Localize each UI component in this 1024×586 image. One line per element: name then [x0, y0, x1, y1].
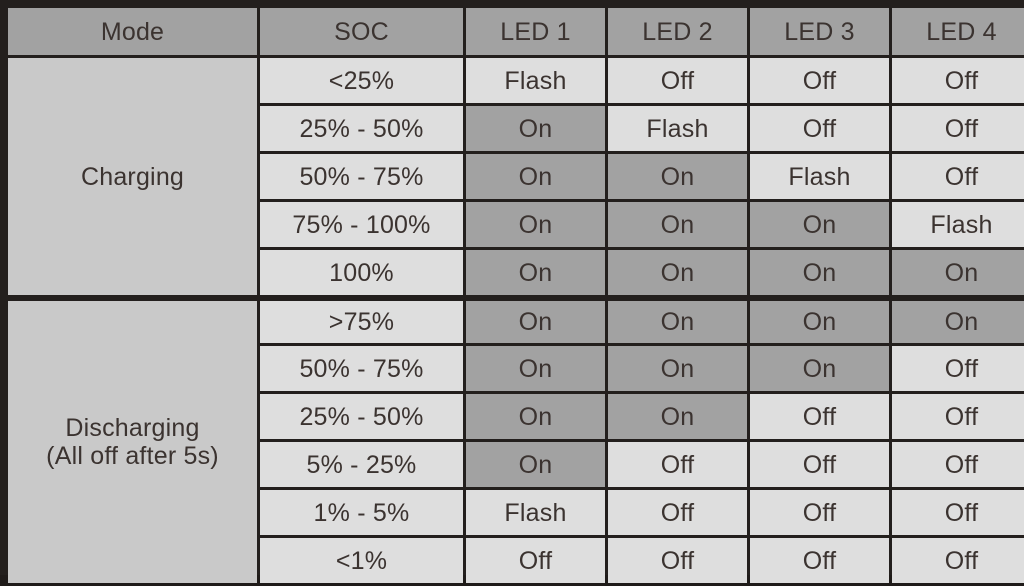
led-2-state-cell: On [608, 202, 747, 247]
mode-label: Discharging [65, 414, 200, 442]
led-3-state-cell: On [750, 202, 889, 247]
led-1-state-cell: On [466, 154, 605, 199]
soc-cell: 25% - 50% [260, 394, 463, 439]
led-1-state-cell: On [466, 106, 605, 151]
table-row: Discharging (All off after 5s) >75% On On On O… [8, 298, 1024, 583]
table-body: Charging <25% Flash Off Off Off 25% - 50% On Fla… [8, 58, 1024, 583]
led-2-state-cell: Off [608, 58, 747, 103]
column-header-led-2: LED 2 [608, 8, 747, 55]
column-header-soc: SOC [260, 8, 463, 55]
led-2-state-cell: On [608, 394, 747, 439]
led-1-state-cell: On [466, 298, 605, 343]
header-row: Mode SOC LED 1 LED 2 LED 3 LED 4 [8, 8, 1024, 55]
led-3-state-cell: Off [750, 106, 889, 151]
led-1-state-cell: On [466, 202, 605, 247]
led-1-state-cell: On [466, 346, 605, 391]
table-frame: Mode SOC LED 1 LED 2 LED 3 LED 4 Chargin… [0, 0, 1024, 583]
led-3-state-cell: On [750, 346, 889, 391]
column-header-led-1: LED 1 [466, 8, 605, 55]
led-3-state-cell: Off [750, 58, 889, 103]
soc-cell: 1% - 5% [260, 490, 463, 535]
mode-cell: Discharging (All off after 5s) [8, 298, 257, 583]
column-header-mode: Mode [8, 8, 257, 55]
soc-cell: <1% [260, 538, 463, 583]
column-header-led-3: LED 3 [750, 8, 889, 55]
mode-cell: Charging [8, 58, 257, 295]
mode-note: (All off after 5s) [46, 442, 219, 470]
led-2-state-cell: On [608, 250, 747, 295]
led-2-state-cell: On [608, 154, 747, 199]
led-1-state-cell: On [466, 442, 605, 487]
soc-cell: >75% [260, 298, 463, 343]
led-1-state-cell: Flash [466, 58, 605, 103]
mode-label: Charging [80, 162, 185, 191]
led-2-state-cell: On [608, 298, 747, 343]
led-1-state-cell: On [466, 250, 605, 295]
led-4-state-cell: Off [892, 106, 1024, 151]
led-3-state-cell: On [750, 250, 889, 295]
led-2-state-cell: Off [608, 490, 747, 535]
led-4-state-cell: Off [892, 346, 1024, 391]
led-4-state-cell: Off [892, 394, 1024, 439]
led-2-state-cell: Off [608, 538, 747, 583]
soc-cell: 25% - 50% [260, 106, 463, 151]
led-4-state-cell: Off [892, 154, 1024, 199]
led-4-state-cell: Off [892, 58, 1024, 103]
soc-cell: 75% - 100% [260, 202, 463, 247]
led-4-state-cell: Off [892, 442, 1024, 487]
led-3-state-cell: Off [750, 394, 889, 439]
led-1-state-cell: Off [466, 538, 605, 583]
led-indication-table: Mode SOC LED 1 LED 2 LED 3 LED 4 Chargin… [5, 5, 1024, 586]
led-3-state-cell: Off [750, 538, 889, 583]
led-2-state-cell: Flash [608, 106, 747, 151]
led-3-state-cell: On [750, 298, 889, 343]
led-4-state-cell: On [892, 298, 1024, 343]
led-4-state-cell: Off [892, 490, 1024, 535]
led-4-state-cell: Off [892, 538, 1024, 583]
led-3-state-cell: Off [750, 490, 889, 535]
table-header: Mode SOC LED 1 LED 2 LED 3 LED 4 [8, 8, 1024, 55]
led-2-state-cell: Off [608, 442, 747, 487]
soc-cell: <25% [260, 58, 463, 103]
led-1-state-cell: Flash [466, 490, 605, 535]
led-4-state-cell: On [892, 250, 1024, 295]
soc-cell: 50% - 75% [260, 154, 463, 199]
table-row: Charging <25% Flash Off Off Off [8, 58, 1024, 295]
soc-cell: 5% - 25% [260, 442, 463, 487]
led-2-state-cell: On [608, 346, 747, 391]
soc-cell: 100% [260, 250, 463, 295]
led-3-state-cell: Off [750, 442, 889, 487]
led-4-state-cell: Flash [892, 202, 1024, 247]
led-1-state-cell: On [466, 394, 605, 439]
led-3-state-cell: Flash [750, 154, 889, 199]
soc-cell: 50% - 75% [260, 346, 463, 391]
column-header-led-4: LED 4 [892, 8, 1024, 55]
